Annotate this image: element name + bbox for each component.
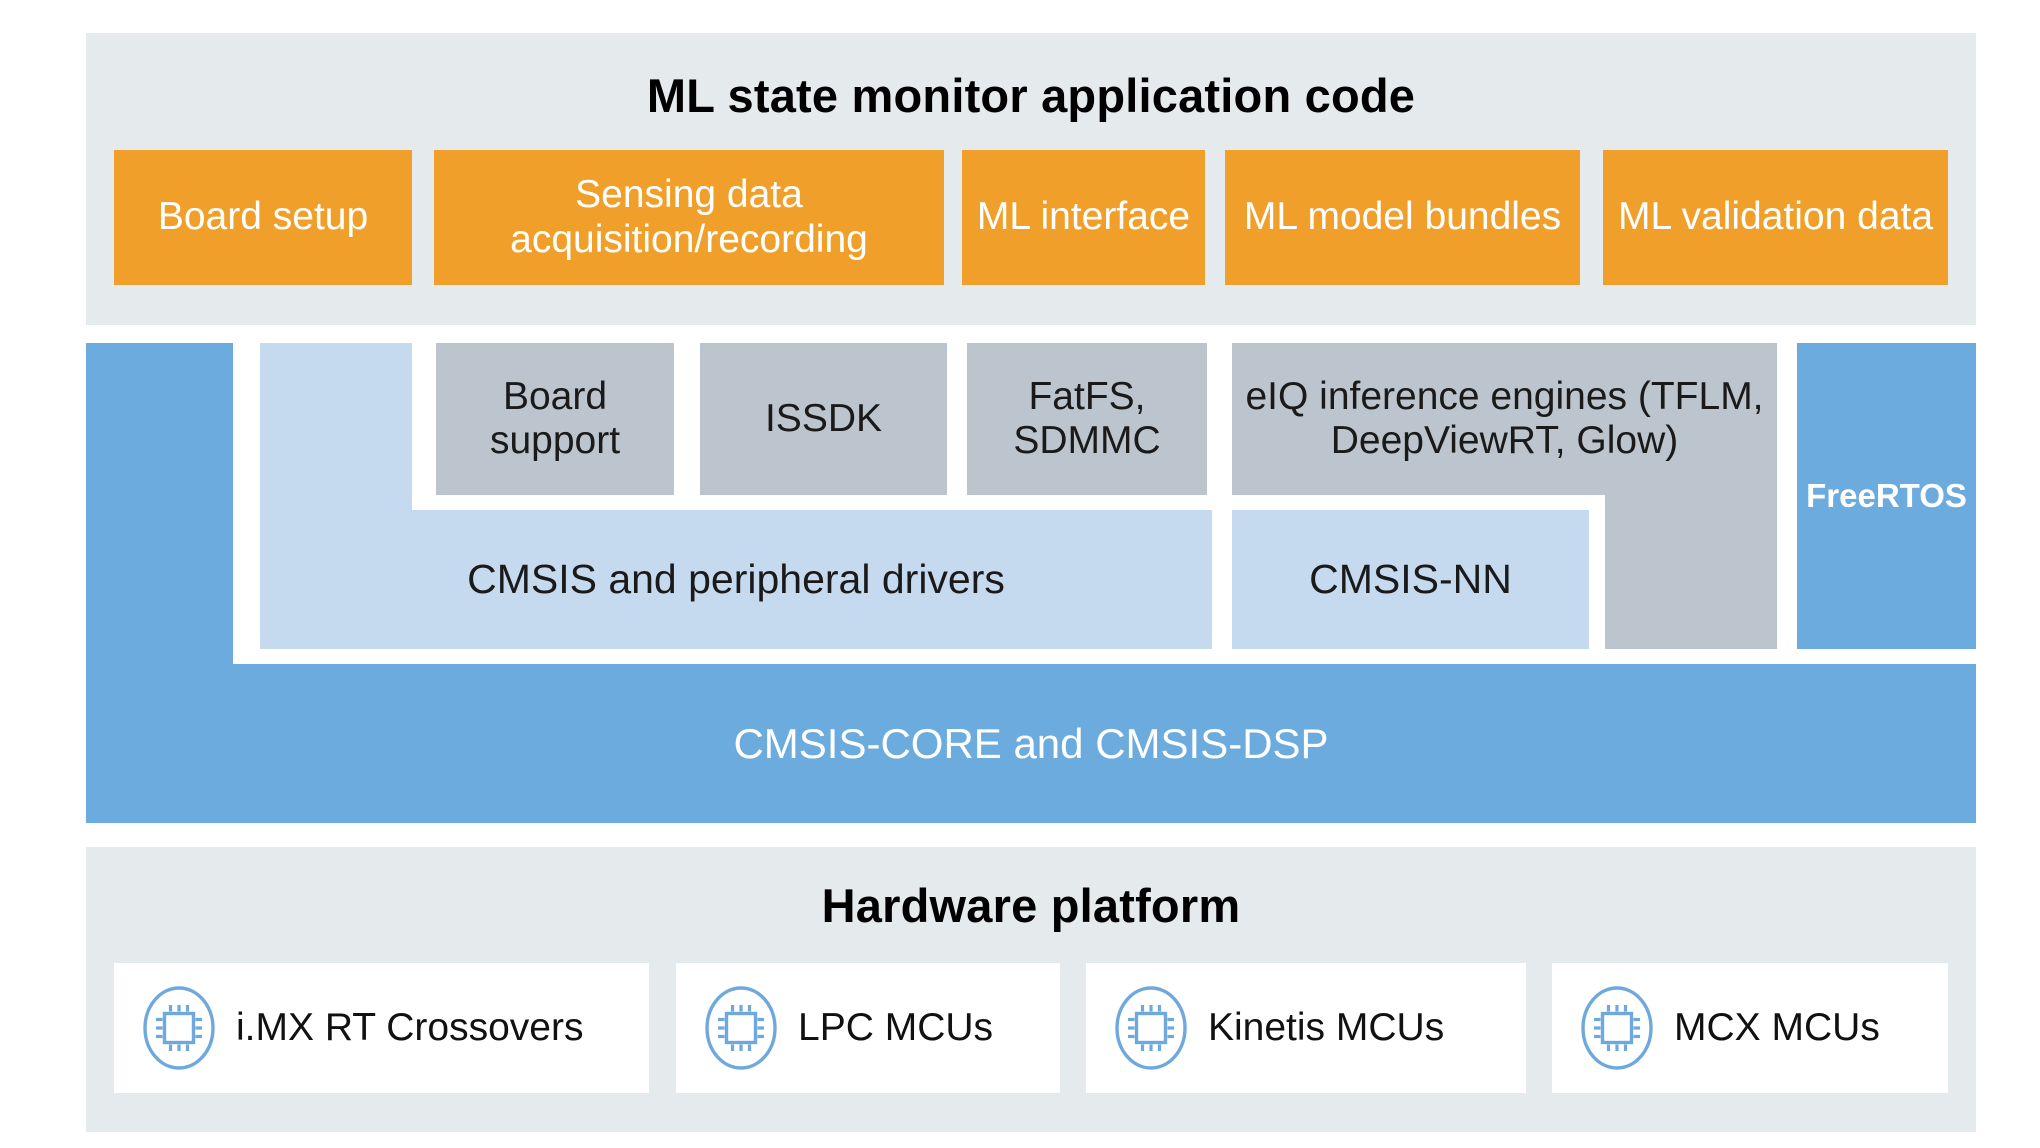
freertos-rail[interactable]: FreeRTOS: [1797, 343, 1976, 649]
cmsis-peripheral-drivers[interactable]: CMSIS and peripheral drivers: [260, 510, 1212, 649]
microcontroller-chip-icon: [136, 985, 222, 1071]
middleware-issdk[interactable]: ISSDK: [700, 343, 947, 495]
microcontroller-chip-icon: [698, 985, 784, 1071]
microcontroller-chip-icon: [1108, 985, 1194, 1071]
middleware-eiq-inference-engines[interactable]: eIQ inference engines (TFLM, DeepViewRT,…: [1232, 343, 1777, 495]
application-layer-title: ML state monitor application code: [646, 68, 1416, 122]
hardware-card-kinetis-mcus[interactable]: Kinetis MCUs: [1086, 963, 1526, 1093]
module-ml-validation-data[interactable]: ML validation data: [1603, 150, 1948, 285]
hardware-card-label: MCX MCUs: [1674, 1006, 1880, 1049]
module-ml-interface[interactable]: ML interface: [962, 150, 1205, 285]
freertos-label: FreeRTOS: [1806, 477, 1967, 515]
hardware-card-lpc-mcus[interactable]: LPC MCUs: [676, 963, 1060, 1093]
hardware-layer-title: Hardware platform: [821, 878, 1241, 932]
hardware-card-imx-rt-crossovers[interactable]: i.MX RT Crossovers: [114, 963, 649, 1093]
cmsis-core-dsp-bar[interactable]: CMSIS-CORE and CMSIS-DSP: [86, 664, 1976, 823]
hardware-card-label: LPC MCUs: [798, 1006, 994, 1049]
hardware-card-label: Kinetis MCUs: [1208, 1006, 1445, 1049]
module-board-setup[interactable]: Board setup: [114, 150, 412, 285]
module-ml-model-bundles[interactable]: ML model bundles: [1225, 150, 1580, 285]
middleware-fatfs-sdmmc[interactable]: FatFS, SDMMC: [967, 343, 1207, 495]
cmsis-nn[interactable]: CMSIS-NN: [1232, 510, 1589, 649]
cmsis-core-dsp-label: CMSIS-CORE and CMSIS-DSP: [733, 719, 1329, 767]
middleware-board-support[interactable]: Board support: [436, 343, 674, 495]
module-sensing-data-acquisition[interactable]: Sensing data acquisition/recording: [434, 150, 944, 285]
hardware-card-label: i.MX RT Crossovers: [236, 1006, 584, 1049]
microcontroller-chip-icon: [1574, 985, 1660, 1071]
hardware-card-mcx-mcus[interactable]: MCX MCUs: [1552, 963, 1948, 1093]
architecture-diagram: ML state monitor application code Board …: [0, 0, 2040, 1148]
